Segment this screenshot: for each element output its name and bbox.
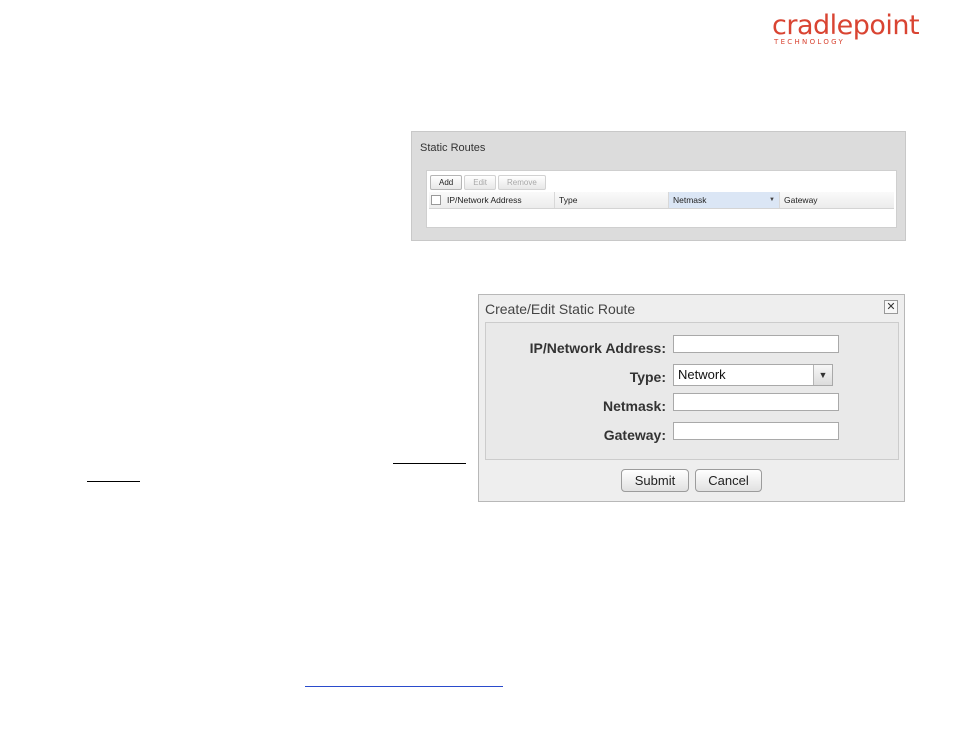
type-label: Type: xyxy=(629,369,666,385)
sort-down-icon: ▼ xyxy=(769,197,775,203)
column-header-netmask-label: Netmask xyxy=(673,195,707,205)
static-routes-grid: Add Edit Remove IP/Network Address Type … xyxy=(426,170,897,228)
cancel-button[interactable]: Cancel xyxy=(695,469,762,492)
dialog-form: IP/Network Address: Type: Network ▼ Netm… xyxy=(485,322,899,460)
cradlepoint-logo: cradlepoint TECHNOLOGY xyxy=(772,10,920,48)
column-header-gateway[interactable]: Gateway xyxy=(780,192,894,208)
type-select-value: Network xyxy=(678,367,726,382)
netmask-label: Netmask: xyxy=(602,398,666,414)
netmask-input[interactable] xyxy=(673,393,839,411)
column-header-type[interactable]: Type xyxy=(555,192,669,208)
ip-address-input[interactable] xyxy=(673,335,839,353)
close-icon[interactable]: ✕ xyxy=(884,300,898,314)
select-all-checkbox[interactable] xyxy=(431,195,441,205)
static-routes-panel: Static Routes Add Edit Remove IP/Network… xyxy=(411,131,906,241)
edit-button[interactable]: Edit xyxy=(464,175,497,190)
chevron-down-icon[interactable]: ▼ xyxy=(813,365,832,385)
column-header-ip[interactable]: IP/Network Address xyxy=(443,192,555,208)
column-header-netmask[interactable]: Netmask ▼ xyxy=(669,192,780,208)
gateway-label: Gateway: xyxy=(603,427,666,443)
create-edit-static-route-dialog: Create/Edit Static Route ✕ IP/Network Ad… xyxy=(478,294,905,502)
static-routes-title: Static Routes xyxy=(420,142,486,154)
logo-tagline: TECHNOLOGY xyxy=(774,38,846,46)
dialog-title: Create/Edit Static Route xyxy=(485,301,636,317)
type-select[interactable]: Network ▼ xyxy=(673,364,833,386)
ip-address-label: IP/Network Address: xyxy=(529,340,666,356)
gateway-input[interactable] xyxy=(673,422,839,440)
doc-link-underline xyxy=(393,463,466,464)
remove-button[interactable]: Remove xyxy=(498,175,546,190)
add-button[interactable]: Add xyxy=(430,175,463,190)
logo-wordmark: cradlepoint xyxy=(772,10,920,41)
static-routes-header: IP/Network Address Type Netmask ▼ Gatewa… xyxy=(429,192,894,209)
submit-button[interactable]: Submit xyxy=(621,469,689,492)
select-all-cell xyxy=(429,192,443,208)
static-routes-toolbar: Add Edit Remove xyxy=(430,175,546,190)
doc-link-underline xyxy=(87,481,140,482)
doc-hyperlink-underline[interactable] xyxy=(305,686,503,687)
